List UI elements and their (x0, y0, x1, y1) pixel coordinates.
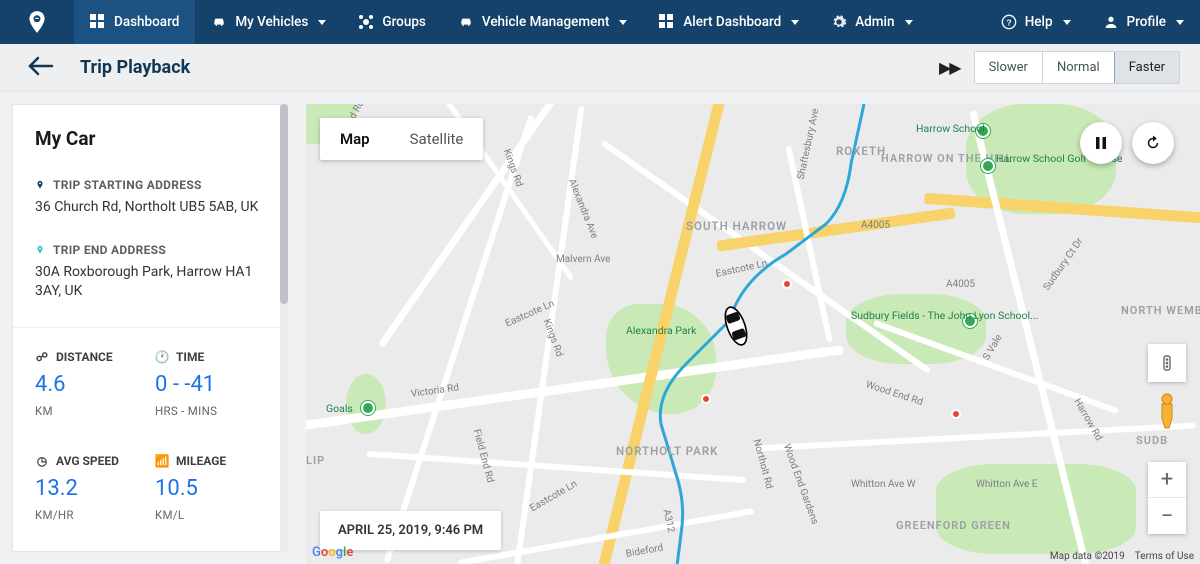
poi-label: Harrow School Golf Course (996, 152, 1086, 165)
pin-icon (35, 243, 45, 257)
traffic-button[interactable] (1148, 344, 1186, 382)
zoom-out-button[interactable]: − (1148, 498, 1186, 534)
area-label: SUDB (1136, 434, 1168, 447)
speed-toggle-group: Slower Normal Faster (974, 51, 1180, 84)
poi-label: Sudbury Fields - The John Lyon School... (851, 309, 961, 322)
nav-label: Alert Dashboard (683, 14, 781, 30)
map-panel: SOUTH HARROW ROXETH HARROW ON THE HILL N… (306, 104, 1200, 564)
nav-alert-dashboard[interactable]: Alert Dashboard (643, 0, 815, 44)
area-label: ROXETH (836, 144, 886, 158)
pin-icon (35, 178, 45, 192)
map-type-toggle: Map Satellite (320, 118, 483, 160)
map-attribution: Map data ©2019 Terms of Use (1050, 551, 1194, 562)
link-icon: ☍ (35, 350, 49, 364)
gear-icon (831, 14, 847, 30)
poi-marker[interactable] (981, 159, 995, 173)
speed-normal-button[interactable]: Normal (1043, 52, 1115, 83)
end-address-label: TRIP END ADDRESS (35, 243, 265, 257)
zoom-control: + − (1148, 462, 1186, 534)
car-icon (211, 14, 227, 30)
side-scrollbar[interactable] (280, 104, 288, 552)
fast-forward-icon: ▶▶ (939, 58, 960, 77)
area-label: SOUTH HARROW (686, 219, 787, 233)
start-address-label: TRIP STARTING ADDRESS (35, 178, 265, 192)
tube-marker[interactable] (782, 279, 792, 289)
stat-distance: ☍DISTANCE 4.6 KM (35, 350, 145, 418)
map-canvas[interactable]: SOUTH HARROW ROXETH HARROW ON THE HILL N… (306, 104, 1200, 564)
nav-label: My Vehicles (235, 14, 308, 30)
trip-route (306, 104, 1200, 564)
svg-text:?: ? (1006, 17, 1011, 27)
help-icon: ? (1001, 14, 1017, 30)
map-type-map[interactable]: Map (320, 118, 390, 160)
area-label: NORTHOLT PARK (616, 444, 718, 458)
nav-label: Groups (382, 14, 426, 30)
poi-marker[interactable] (361, 401, 375, 415)
chevron-down-icon (905, 20, 913, 25)
reload-button[interactable] (1132, 122, 1174, 164)
grid-icon (90, 14, 106, 30)
area-label: NORTH WEMBL (1121, 304, 1200, 317)
groups-icon (358, 14, 374, 30)
main-content: My Car TRIP STARTING ADDRESS 36 Church R… (0, 92, 1200, 564)
nav-vehicle-management[interactable]: Vehicle Management (442, 0, 643, 44)
nav-my-vehicles[interactable]: My Vehicles (195, 0, 342, 44)
poi-label: Goals (326, 402, 353, 415)
chevron-down-icon (1176, 20, 1184, 25)
nav-label: Vehicle Management (482, 14, 609, 30)
nav-dashboard[interactable]: Dashboard (74, 0, 195, 44)
zoom-in-button[interactable]: + (1148, 462, 1186, 498)
top-nav: Dashboard My Vehicles Groups Vehicle Man… (0, 0, 1200, 44)
page-title: Trip Playback (80, 57, 190, 78)
area-label: GREENFORD GREEN (896, 519, 1011, 532)
chevron-down-icon (318, 20, 326, 25)
poi-label: Alexandra Park (626, 324, 696, 337)
nav-label: Help (1025, 14, 1053, 30)
nav-label: Profile (1127, 14, 1166, 30)
subheader: Trip Playback ▶▶ Slower Normal Faster (0, 44, 1200, 92)
nav-groups[interactable]: Groups (342, 0, 442, 44)
poi-label: Harrow School (916, 122, 985, 135)
stat-avg-speed: ◷AVG SPEED 13.2 KM/HR (35, 454, 145, 522)
trip-side-panel: My Car TRIP STARTING ADDRESS 36 Church R… (0, 92, 288, 564)
google-logo: Google (312, 545, 353, 560)
profile-icon (1103, 14, 1119, 30)
tube-marker[interactable] (701, 394, 711, 404)
chevron-down-icon (619, 20, 627, 25)
nav-admin[interactable]: Admin (815, 0, 928, 44)
pegman-icon[interactable] (1154, 392, 1180, 430)
start-address-value: 36 Church Rd, Northolt UB5 5AB, UK (35, 198, 265, 217)
stat-mileage: 📶MILEAGE 10.5 KM/L (155, 454, 265, 522)
gauge-icon: ◷ (35, 454, 49, 468)
back-arrow-button[interactable] (28, 56, 54, 80)
nav-label: Dashboard (114, 14, 179, 30)
car-icon (458, 14, 474, 30)
nav-profile[interactable]: Profile (1087, 0, 1200, 44)
grid-icon (659, 14, 675, 30)
speed-faster-button[interactable]: Faster (1114, 51, 1180, 84)
map-type-satellite[interactable]: Satellite (390, 118, 484, 160)
area-label: LIP (306, 454, 325, 467)
vehicle-name: My Car (35, 127, 265, 150)
end-address-value: 30A Roxborough Park, Harrow HA1 3AY, UK (35, 263, 265, 301)
clock-icon: 🕐 (155, 350, 169, 364)
nav-help[interactable]: ? Help (985, 0, 1087, 44)
stat-time: 🕐TIME 0 - -41 HRS - MINS (155, 350, 265, 418)
chevron-down-icon (1063, 20, 1071, 25)
tube-marker[interactable] (951, 409, 961, 419)
chevron-down-icon (791, 20, 799, 25)
nav-label: Admin (855, 14, 894, 30)
speed-slower-button[interactable]: Slower (975, 52, 1043, 83)
logo[interactable] (0, 0, 74, 44)
pause-button[interactable] (1080, 122, 1122, 164)
signal-icon: 📶 (155, 454, 169, 468)
